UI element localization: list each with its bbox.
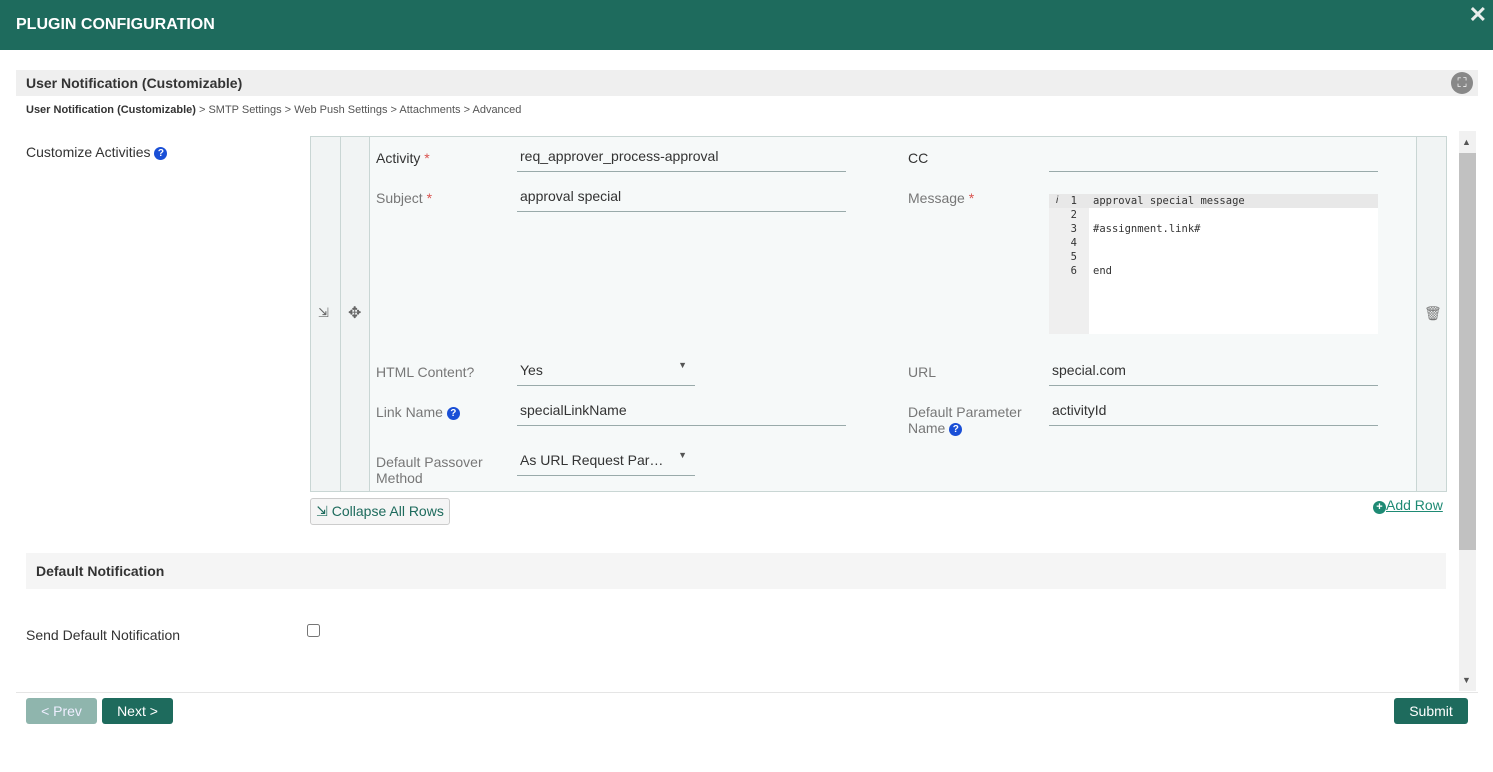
url-label: URL [908, 364, 937, 380]
caret-down-icon: ▼ [678, 450, 687, 460]
code-line: 3 #assignment.link# [1049, 222, 1378, 236]
add-row-label: Add Row [1386, 497, 1443, 513]
line-number: 5 [1070, 251, 1077, 263]
line-number: 3 [1070, 223, 1077, 235]
passover-label-line2: Method [376, 470, 423, 486]
default-param-label-line2-wrap: Name ? [908, 420, 1022, 436]
help-icon[interactable]: ? [446, 407, 460, 420]
message-label: Message * [908, 190, 974, 206]
cc-input[interactable] [1049, 142, 1378, 172]
activity-input[interactable]: req_approver_process-approval [517, 142, 846, 172]
url-input[interactable]: special.com [1049, 356, 1378, 386]
default-param-input[interactable]: activityId [1049, 396, 1378, 426]
link-name-input[interactable]: specialLinkName [517, 396, 846, 426]
send-default-label: Send Default Notification [26, 627, 181, 643]
line-number: 6 [1070, 265, 1077, 277]
code-line: 1 approval special message [1049, 194, 1378, 208]
dialog-title: PLUGIN CONFIGURATION [16, 16, 215, 33]
scroll-down-icon[interactable]: ▼ [1462, 675, 1471, 685]
collapse-icon: ⇲ [316, 503, 328, 519]
line-text[interactable]: #assignment.link# [1093, 222, 1200, 236]
scroll-up-icon[interactable]: ▲ [1462, 137, 1471, 147]
close-icon[interactable]: ✕ [1469, 2, 1487, 28]
html-content-select[interactable]: Yes ▼ [517, 356, 695, 386]
code-line: 6 end [1049, 264, 1378, 278]
cc-label: CC [908, 150, 929, 166]
prev-button[interactable]: < Prev [26, 698, 97, 724]
add-row-link[interactable]: + Add Row [1373, 497, 1443, 514]
customize-activities-label: Customize Activities ? [26, 144, 168, 160]
line-number: 2 [1070, 209, 1077, 221]
customize-activities-text: Customize Activities [26, 144, 151, 160]
message-label-text: Message [908, 190, 965, 206]
help-icon[interactable]: ? [154, 147, 168, 160]
subject-label-text: Subject [376, 190, 423, 206]
default-notification-title: Default Notification [36, 563, 165, 579]
caret-down-icon: ▼ [678, 360, 687, 370]
line-number: 4 [1070, 237, 1077, 249]
collapse-row-icon[interactable]: ⇲ [318, 305, 329, 321]
collapse-all-rows-label: Collapse All Rows [331, 503, 444, 519]
passover-label: Default Passover Method [376, 454, 483, 486]
subject-input[interactable]: approval special [517, 182, 846, 212]
send-default-checkbox[interactable] [307, 624, 320, 637]
line-number: 1 [1070, 195, 1077, 207]
breadcrumb-rest[interactable]: > SMTP Settings > Web Push Settings > At… [196, 104, 521, 116]
fullscreen-icon[interactable]: ⛶ [1451, 72, 1473, 94]
link-name-label-text: Link Name [376, 404, 443, 420]
html-content-label: HTML Content? [376, 364, 475, 380]
plus-circle-icon: + [1373, 501, 1386, 514]
default-param-label: Default Parameter Name ? [908, 404, 1022, 436]
move-icon[interactable]: ✥ [348, 303, 361, 323]
subject-label: Subject * [376, 190, 432, 206]
section-title: User Notification (Customizable) [26, 75, 243, 91]
passover-label-line1: Default Passover [376, 454, 483, 470]
required-marker: * [426, 190, 433, 206]
activity-label: Activity * [376, 150, 430, 166]
line-text[interactable]: end [1093, 264, 1112, 278]
required-marker: * [424, 150, 430, 166]
editor-lines: 1 approval special message 2 3 #assignment… [1049, 194, 1378, 278]
default-param-label-line1: Default Parameter [908, 404, 1022, 420]
code-line: 2 [1049, 208, 1378, 222]
code-line: 4 [1049, 236, 1378, 250]
collapse-all-rows-button[interactable]: ⇲ Collapse All Rows [310, 498, 450, 525]
breadcrumb-current[interactable]: User Notification (Customizable) [26, 104, 196, 116]
breadcrumb: User Notification (Customizable) > SMTP … [26, 104, 521, 116]
dialog-header [0, 0, 1493, 50]
help-icon[interactable]: ? [949, 423, 963, 436]
activity-label-text: Activity [376, 150, 421, 166]
line-text[interactable]: approval special message [1093, 194, 1245, 208]
code-line: 5 [1049, 250, 1378, 264]
required-marker: * [968, 190, 975, 206]
html-content-value: Yes [520, 362, 543, 378]
submit-button[interactable]: Submit [1394, 698, 1468, 724]
scrollbar-thumb[interactable] [1459, 153, 1476, 550]
default-notification-bar [26, 553, 1446, 589]
default-param-label-line2: Name [908, 420, 946, 436]
trash-icon[interactable]: 🗑 [1424, 305, 1442, 322]
passover-value: As URL Request Par… [520, 452, 664, 468]
link-name-label: Link Name ? [376, 404, 460, 420]
next-button[interactable]: Next > [102, 698, 173, 724]
footer-divider [16, 692, 1478, 693]
passover-select[interactable]: As URL Request Par… ▼ [517, 446, 695, 476]
